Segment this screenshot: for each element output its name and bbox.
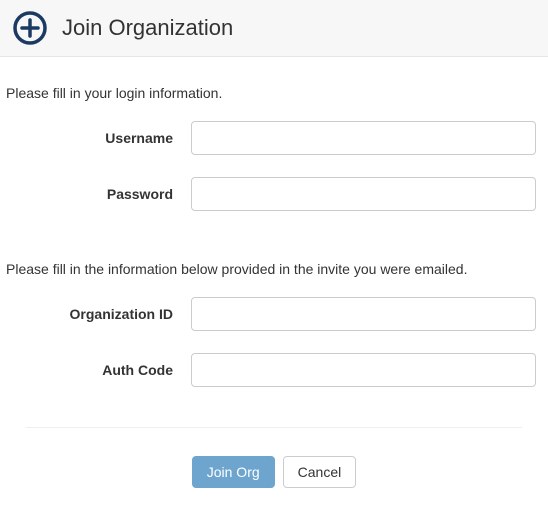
username-label: Username	[6, 130, 191, 146]
auth-code-input[interactable]	[191, 353, 536, 387]
page-title: Join Organization	[62, 15, 233, 41]
login-section-description: Please fill in your login information.	[6, 57, 542, 121]
password-input[interactable]	[191, 177, 536, 211]
org-id-row: Organization ID	[6, 297, 542, 331]
password-label: Password	[6, 186, 191, 202]
dialog-header: Join Organization	[0, 0, 548, 57]
org-id-input[interactable]	[191, 297, 536, 331]
plus-circle-icon	[12, 10, 48, 46]
auth-code-row: Auth Code	[6, 353, 542, 387]
username-row: Username	[6, 121, 542, 155]
cancel-button[interactable]: Cancel	[283, 456, 357, 488]
username-input[interactable]	[191, 121, 536, 155]
auth-code-label: Auth Code	[6, 362, 191, 378]
password-row: Password	[6, 177, 542, 211]
invite-section-description: Please fill in the information below pro…	[6, 233, 542, 297]
org-id-label: Organization ID	[6, 306, 191, 322]
divider	[26, 427, 522, 428]
join-org-button[interactable]: Join Org	[192, 456, 275, 488]
footer-actions: Join Org Cancel	[6, 448, 542, 496]
